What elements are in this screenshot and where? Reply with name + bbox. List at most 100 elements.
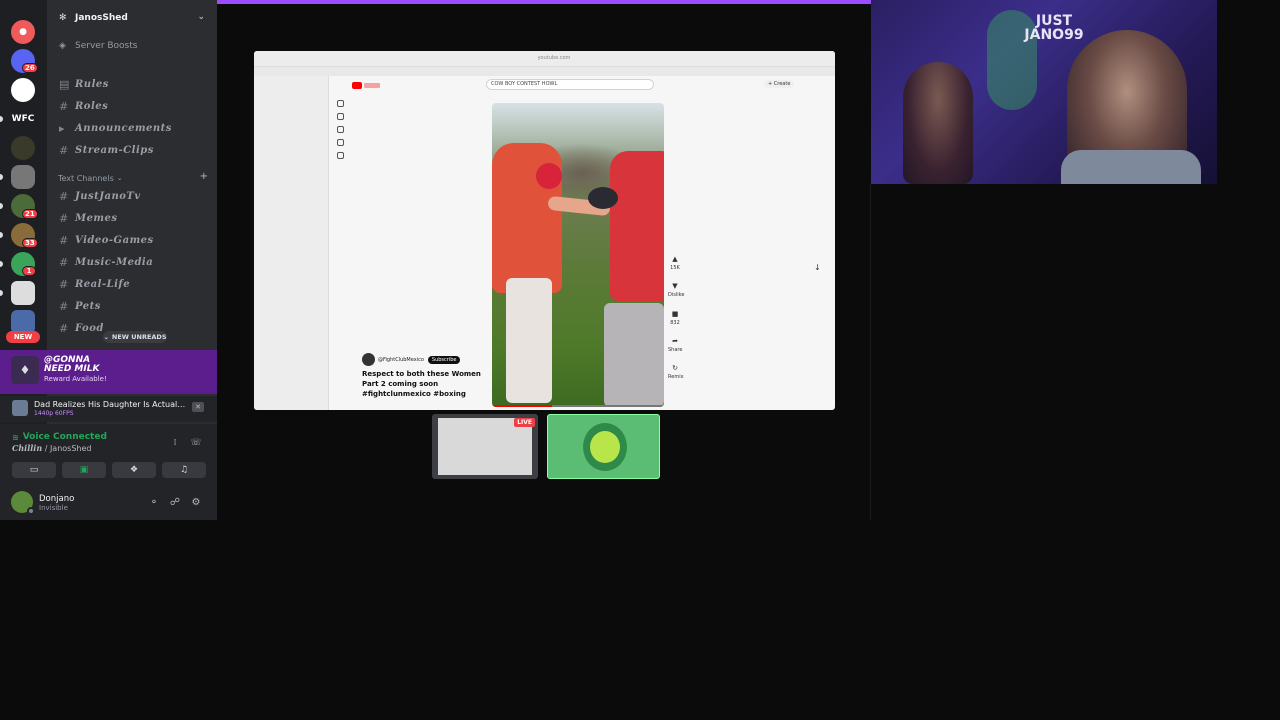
neon-sign-line1: JUST [1035, 13, 1073, 29]
gear-icon[interactable]: ⚙ [189, 495, 203, 509]
hash-icon: # [59, 189, 69, 203]
category-label: Text Channels [58, 173, 114, 183]
reward-title-line2: NEED MILK [44, 364, 100, 374]
user-panel: Donjano Invisible ⚬ ☍ ⚙ [0, 486, 217, 520]
signal-icon: ≋ [12, 432, 19, 442]
server-icon[interactable] [11, 78, 35, 102]
reward-icon: ♦ [11, 356, 39, 384]
person-right-shirt [1061, 150, 1201, 184]
unread-pill [0, 116, 3, 122]
status-indicator [27, 507, 35, 515]
you-icon [337, 139, 344, 146]
like-action: ▲ 15K [668, 255, 682, 271]
video-channel-row: @FightClubMexico Subscribe [362, 353, 461, 366]
channel-video-games[interactable]: # Video-Games [59, 231, 209, 249]
dislike-label: Dislike [668, 292, 685, 298]
hash-icon: # [59, 233, 69, 247]
channel-roles[interactable]: # Roles [59, 97, 209, 115]
disconnect-icon[interactable]: ☏ [189, 436, 203, 450]
add-channel-icon[interactable]: + [200, 171, 208, 182]
channel-music-media[interactable]: # Music-Media [59, 253, 209, 271]
user-status: Invisible [39, 504, 68, 512]
close-icon[interactable]: ✕ [192, 402, 204, 412]
microphone-icon[interactable]: ⚬ [147, 495, 161, 509]
red-glove [536, 163, 562, 189]
activities-icon: ❖ [129, 465, 139, 475]
channel-name: Stream-Clips [75, 144, 154, 156]
history-icon [337, 152, 344, 159]
dislike-icon: ▼ [672, 282, 678, 290]
reward-title: @GONNA NEED MILK [44, 356, 99, 374]
channel-stream-clips[interactable]: # Stream-Clips [59, 141, 209, 159]
reward-banner[interactable]: ♦ @GONNA NEED MILK Reward Available! [0, 350, 217, 394]
channel-real-life[interactable]: # Real-Life [59, 275, 209, 293]
username[interactable]: Donjano [39, 494, 74, 504]
channel-name: Music-Media [75, 256, 154, 268]
channel-pets[interactable]: # Pets [59, 297, 209, 315]
server-boosts[interactable]: ◈ Server Boosts [59, 38, 137, 54]
participant-avatar [583, 423, 627, 471]
video-progress [492, 405, 664, 407]
like-count: 15K [670, 265, 680, 271]
server-icon[interactable] [11, 165, 35, 189]
server-icon[interactable] [11, 281, 35, 305]
screen-share-icon: ▣ [79, 465, 89, 475]
voice-channel[interactable]: Chillin / JanosShed [12, 443, 91, 453]
voice-status[interactable]: ≋ Voice Connected [12, 432, 107, 442]
comment-action: ■ 832 [668, 310, 682, 326]
unread-badge: 26 [22, 63, 38, 73]
ghost-icon[interactable]: ● [11, 20, 35, 44]
youtube-logo [352, 81, 382, 89]
arrow-down-icon: ↓ [814, 263, 821, 272]
channel-name: Rules [75, 78, 109, 90]
category-text-channels[interactable]: Text Channels ⌄ + [58, 171, 208, 184]
voice-channel-name: Chillin [12, 443, 43, 453]
webcam-overlay: JUST JANO99 [871, 0, 1217, 184]
activity-row[interactable]: Dad Realizes His Daughter Is Actually Th… [0, 396, 217, 422]
server-wfc[interactable]: WFC [11, 107, 35, 131]
headphones-icon[interactable]: ☍ [168, 495, 182, 509]
channel-memes[interactable]: # Memes [59, 209, 209, 227]
hash-icon: # [59, 321, 69, 335]
share-action: ➦ Share [668, 337, 682, 353]
activities-button[interactable]: ❖ [112, 462, 156, 478]
channel-announcements[interactable]: ▸ Announcements [59, 119, 209, 137]
boost-icon: ◈ [59, 41, 66, 51]
channel-name: Real-Life [75, 278, 131, 290]
new-unreads-button[interactable]: ⌄ NEW UNREADS [103, 331, 167, 343]
channel-name: JustJanoTv [75, 190, 141, 202]
unread-badge: 1 [22, 266, 36, 276]
chevron-down-icon: ⌄ [103, 333, 109, 341]
hash-icon: # [59, 277, 69, 291]
black-glove [588, 187, 618, 209]
soundboard-button[interactable]: ♫ [162, 462, 206, 478]
remix-action: ↻ Remix [668, 364, 684, 380]
stream-thumbnail[interactable]: LIVE [432, 414, 538, 479]
hash-icon: # [59, 99, 69, 113]
camera-off-button[interactable]: ▭ [12, 462, 56, 478]
stream-view[interactable]: youtube.com COW BOY CONTEST HOWL + Creat… [254, 51, 835, 410]
channel-justjanotv[interactable]: # JustJanoTv [59, 187, 209, 205]
like-icon: ▲ [672, 255, 678, 263]
new-badge[interactable]: NEW [6, 331, 40, 343]
noise-suppression-icon[interactable]: ⁞ [168, 436, 182, 450]
guild-header[interactable]: ✻ JanosShed ⌄ [47, 6, 217, 30]
person-left [903, 62, 973, 184]
screen-share-button[interactable]: ▣ [62, 462, 106, 478]
server-icon[interactable] [11, 136, 35, 160]
activity-quality: 1440p 60FPS [34, 410, 74, 417]
chevron-down-icon: ⌄ [197, 12, 205, 22]
browser-sidebar [254, 76, 329, 410]
fighter-left-legs [506, 278, 552, 403]
activity-thumbnail [12, 400, 28, 416]
channel-rules[interactable]: ▤ Rules [59, 75, 209, 93]
channel-name: Announcements [75, 122, 172, 134]
shorts-icon [337, 113, 344, 120]
subscribe-button: Subscribe [427, 355, 461, 364]
channel-name: Memes [75, 212, 118, 224]
share-icon: ➦ [672, 337, 678, 345]
participant-tile[interactable] [547, 414, 660, 479]
avatar-face [590, 431, 620, 463]
activity-title: Dad Realizes His Daughter Is Actually Th… [34, 400, 186, 409]
voice-server-name: JanosShed [49, 444, 92, 453]
